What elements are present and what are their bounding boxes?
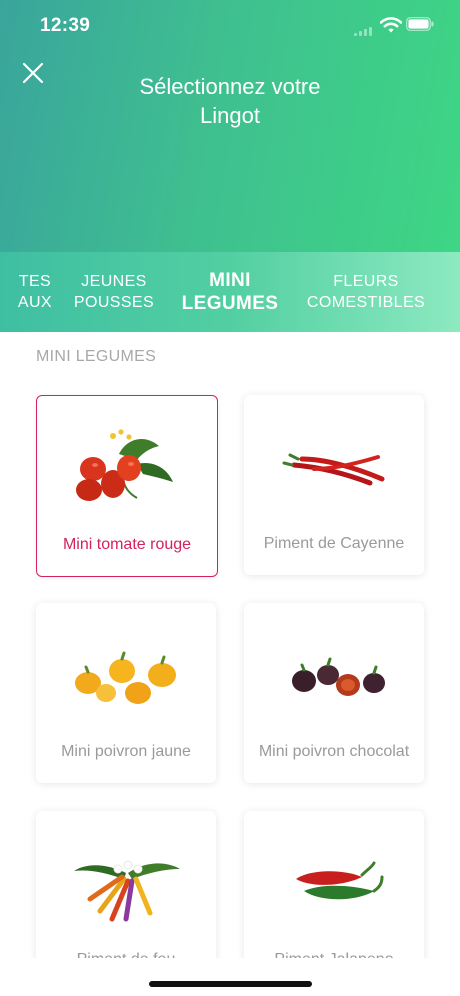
tab-fleurs-comestibles[interactable]: FLEURS COMESTIBLES [298,252,434,332]
battery-icon [406,17,434,31]
close-button[interactable] [18,58,48,88]
product-name: Mini poivron chocolat [258,743,410,760]
status-time: 12:39 [40,15,91,36]
cayenne-pepper-icon [282,453,385,486]
page-title: Sélectionnez votre Lingot [139,74,321,128]
status-bar: 12:39 [0,0,460,50]
header: 12:39 Sélectionnez votre Lingot [0,0,460,252]
signal-icon [354,26,376,36]
product-card-piment-de-cayenne[interactable]: Piment de Cayenne [244,395,424,575]
chocolate-pepper-icon [292,657,385,696]
product-name: Mini tomate rouge [62,536,192,553]
product-card-mini-poivron-jaune[interactable]: Mini poivron jaune [36,603,216,783]
category-tabs: TES AUX JEUNES POUSSES MINI LEGUMES FLEU… [0,252,460,332]
yellow-pepper-icon [75,651,176,704]
wifi-icon [380,17,402,33]
product-name: Piment de Cayenne [263,535,405,552]
tab-mini-legumes[interactable]: MINI LEGUMES [178,252,282,332]
tomato-icon [76,429,173,501]
product-card-mini-poivron-chocolat[interactable]: Mini poivron chocolat [244,603,424,783]
home-indicator[interactable] [149,981,312,987]
product-name: Mini poivron jaune [61,743,191,760]
bottom-safe-area [0,958,460,996]
tab-partial[interactable]: TES AUX [0,252,52,332]
tab-jeunes-pousses[interactable]: JEUNES POUSSES [64,252,164,332]
product-card-mini-tomate-rouge[interactable]: Mini tomate rouge [36,395,218,577]
section-title: MINI LEGUMES [36,348,157,365]
jalapeno-icon [296,861,384,900]
fire-pepper-icon [74,860,180,922]
